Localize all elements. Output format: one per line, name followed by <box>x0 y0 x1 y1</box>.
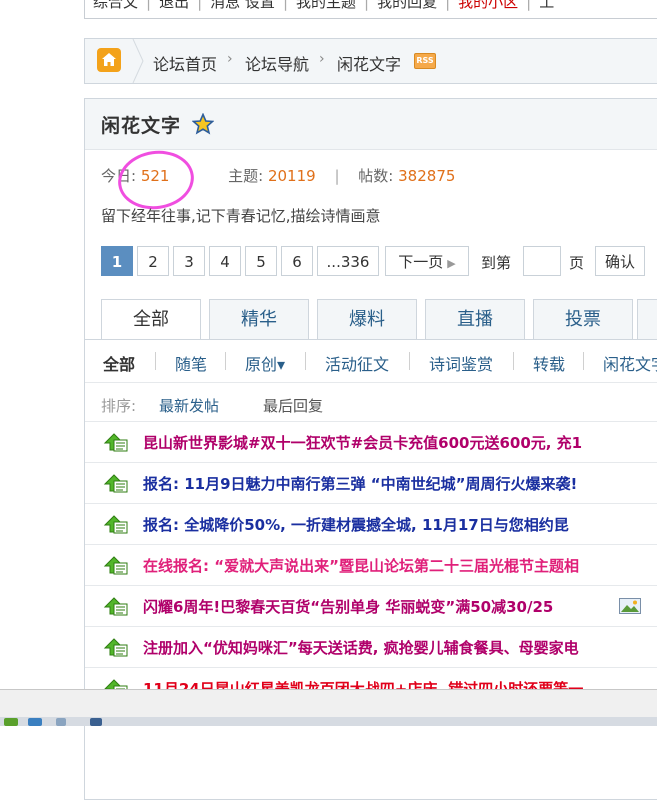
subnav-item-1[interactable]: 随笔 <box>175 351 207 375</box>
page-4-button[interactable]: 4 <box>209 246 241 276</box>
page-6-button[interactable]: 6 <box>281 246 313 276</box>
breadcrumb-divider <box>132 39 144 83</box>
page-unit-label: 页 <box>569 254 585 272</box>
thread-row[interactable]: 在线报名: “爱就大声说出来”暨昆山论坛第二十三届光棍节主题相 <box>85 544 657 585</box>
posts-count: 382875 <box>398 167 456 185</box>
subnav-item-6[interactable]: 闲花文字 <box>603 351 657 375</box>
tab-3[interactable]: 直播 <box>425 299 525 339</box>
subnav-item-2[interactable]: 原创▾ <box>245 351 285 375</box>
confirm-button[interactable]: 确认 <box>595 246 645 276</box>
chevron-right-icon: › <box>319 51 325 67</box>
rss-icon[interactable]: RSS <box>414 53 436 69</box>
page-2-button[interactable]: 2 <box>137 246 169 276</box>
subnav-divider <box>155 352 156 370</box>
sort-bar: 排序: 最新发帖 最后回复 <box>101 395 323 416</box>
thread-status-icon <box>103 638 128 657</box>
topics-count: 20119 <box>267 167 316 185</box>
topbar-link[interactable]: 我的小区 <box>450 0 526 12</box>
thread-status-icon <box>103 433 128 452</box>
sort-label: 排序: <box>101 397 137 415</box>
tab-1[interactable]: 精华 <box>209 299 309 339</box>
subnav-divider <box>583 352 584 370</box>
top-user-bar: 综合文 | 退出 | 消息 设置 | 我的主题 | 我的回复 | 我的小区 | 工 <box>84 0 657 19</box>
thread-title[interactable]: 报名: 11月9日魅力中南行第三弹 “中南世纪城”周周行火爆来袭! <box>143 473 577 494</box>
sort-last-reply[interactable]: 最后回复 <box>263 395 323 416</box>
breadcrumb-nav[interactable]: 论坛导航 <box>245 51 309 75</box>
thread-title[interactable]: 在线报名: “爱就大声说出来”暨昆山论坛第二十三届光棍节主题相 <box>143 555 579 576</box>
topics-label: 主题: <box>228 167 264 185</box>
thread-row[interactable]: 闪耀6周年!巴黎春天百货“告别单身 华丽蜕变”满50减30/25 <box>85 585 657 626</box>
image-attachment-icon <box>619 598 641 614</box>
posts-label: 帖数: <box>358 167 394 185</box>
tab-2[interactable]: 爆料 <box>317 299 417 339</box>
sort-newest[interactable]: 最新发帖 <box>159 395 219 416</box>
breadcrumb-home[interactable]: 论坛首页 <box>153 51 217 75</box>
page-1-button[interactable]: 1 <box>101 246 133 276</box>
topbar-link[interactable]: 我的主题 <box>288 0 364 12</box>
thread-status-icon <box>103 474 128 493</box>
forum-header: 闲花文字 <box>85 99 657 150</box>
thread-row[interactable]: 报名: 全城降价50%, 一折建材震撼全城, 11月17日与您相约昆 <box>85 503 657 544</box>
subnav-item-0[interactable]: 全部 <box>103 351 135 375</box>
thread-title[interactable]: 昆山新世界影城#双十一狂欢节#会员卡充值600元送600元, 充1 <box>143 432 582 453</box>
goto-label: 到第 <box>481 254 512 272</box>
chevron-right-icon: › <box>227 51 233 67</box>
topbar-link[interactable]: 我的回复 <box>369 0 445 12</box>
forum-description: 留下经年往事,记下青春记忆,描绘诗情画意 <box>101 207 381 225</box>
subnav-divider <box>513 352 514 370</box>
thread-status-icon <box>103 556 128 575</box>
home-icon[interactable] <box>97 48 121 72</box>
subnav-divider <box>225 352 226 370</box>
thread-row[interactable]: 昆山新世界影城#双十一狂欢节#会员卡充值600元送600元, 充1 <box>85 421 657 462</box>
subnav-item-5[interactable]: 转载 <box>533 351 565 375</box>
category-subnav: 全部 随笔 原创▾ 活动征文 诗词鉴赏 转载 闲花文字 <box>85 340 657 383</box>
topbar-link[interactable]: 工 <box>531 0 562 12</box>
page-3-button[interactable]: 3 <box>173 246 205 276</box>
topbar-link[interactable]: 综合文 <box>85 0 146 12</box>
page-number-input[interactable] <box>523 246 561 276</box>
subnav-item-4[interactable]: 诗词鉴赏 <box>429 351 493 375</box>
thread-row[interactable]: 报名: 11月9日魅力中南行第三弹 “中南世纪城”周周行火爆来袭! <box>85 462 657 503</box>
breadcrumb-current[interactable]: 闲花文字 <box>337 51 401 75</box>
thread-status-icon <box>103 597 128 616</box>
forum-title: 闲花文字 <box>101 115 182 137</box>
page-7-button[interactable]: ...336 <box>317 246 379 276</box>
subnav-item-3[interactable]: 活动征文 <box>325 351 389 375</box>
annotation-circle <box>114 145 198 215</box>
topbar-link[interactable]: 退出 <box>151 0 197 12</box>
tab-4[interactable]: 投票 <box>533 299 633 339</box>
thread-status-icon <box>103 515 128 534</box>
subnav-divider <box>409 352 410 370</box>
divider: | <box>334 167 340 185</box>
thread-row[interactable]: 注册加入“优知妈咪汇”每天送话费, 疯抢婴儿辅食餐具、母婴家电 <box>85 626 657 667</box>
thread-title[interactable]: 报名: 全城降价50%, 一折建材震撼全城, 11月17日与您相约昆 <box>143 514 569 535</box>
next-page-button[interactable]: 下一页 ▶ <box>385 246 469 276</box>
topbar-link[interactable]: 消息 设置 <box>202 0 283 12</box>
os-taskbar <box>0 689 657 726</box>
favorite-star-icon[interactable] <box>192 113 214 135</box>
thread-title[interactable]: 注册加入“优知妈咪汇”每天送话费, 疯抢婴儿辅食餐具、母婴家电 <box>143 637 579 658</box>
breadcrumb: 论坛首页 › 论坛导航 › 闲花文字 RSS <box>84 38 657 84</box>
subnav-divider <box>305 352 306 370</box>
tab-0[interactable]: 全部 <box>101 299 201 341</box>
thread-title[interactable]: 闪耀6周年!巴黎春天百货“告别单身 华丽蜕变”满50减30/25 <box>143 596 553 617</box>
page-5-button[interactable]: 5 <box>245 246 277 276</box>
tab-more[interactable] <box>637 299 657 339</box>
